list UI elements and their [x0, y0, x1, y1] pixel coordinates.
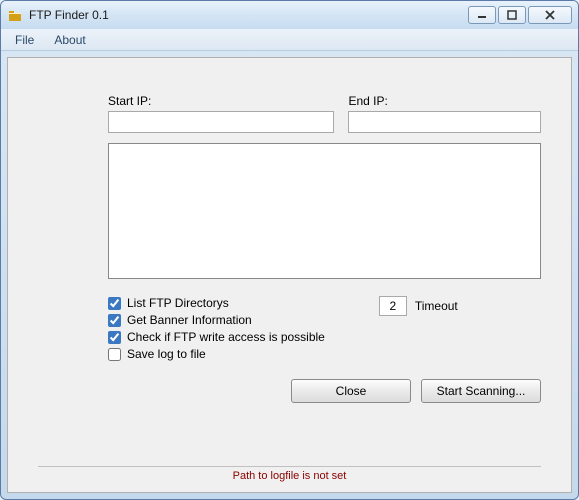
client-area: Start IP: End IP: List FTP Directorys Ge… — [7, 57, 572, 493]
write-access-row[interactable]: Check if FTP write access is possible — [108, 330, 325, 344]
status-message: Path to logfile is not set — [233, 470, 347, 482]
results-textarea[interactable] — [108, 143, 541, 279]
options-row: List FTP Directorys Get Banner Informati… — [108, 296, 541, 361]
minimize-button[interactable] — [468, 6, 496, 24]
maximize-button[interactable] — [498, 6, 526, 24]
app-window: FTP Finder 0.1 File About Start IP: End … — [0, 0, 579, 500]
minimize-icon — [477, 10, 487, 20]
end-ip-label: End IP: — [348, 94, 541, 108]
statusbar: Path to logfile is not set — [38, 466, 541, 484]
list-dirs-row[interactable]: List FTP Directorys — [108, 296, 325, 310]
list-dirs-label: List FTP Directorys — [127, 296, 229, 310]
timeout-label: Timeout — [415, 299, 458, 313]
write-access-checkbox[interactable] — [108, 331, 121, 344]
banner-checkbox[interactable] — [108, 314, 121, 327]
end-ip-group: End IP: — [348, 94, 541, 133]
timeout-row: Timeout — [379, 296, 458, 316]
close-button[interactable]: Close — [291, 379, 411, 403]
titlebar: FTP Finder 0.1 — [1, 1, 578, 29]
save-log-label: Save log to file — [127, 347, 206, 361]
save-log-row[interactable]: Save log to file — [108, 347, 325, 361]
start-ip-group: Start IP: — [108, 94, 334, 133]
checkbox-column: List FTP Directorys Get Banner Informati… — [108, 296, 325, 361]
menubar: File About — [1, 29, 578, 51]
maximize-icon — [507, 10, 517, 20]
timeout-column: Timeout — [379, 296, 458, 361]
button-row: Close Start Scanning... — [38, 379, 541, 403]
close-icon — [545, 10, 555, 20]
start-ip-input[interactable] — [108, 111, 334, 133]
end-ip-input[interactable] — [348, 111, 541, 133]
start-ip-label: Start IP: — [108, 94, 334, 108]
menu-file[interactable]: File — [5, 29, 44, 50]
window-title: FTP Finder 0.1 — [29, 8, 468, 22]
results-wrap — [108, 143, 541, 282]
window-controls — [468, 6, 572, 24]
ip-row: Start IP: End IP: — [108, 94, 541, 133]
banner-label: Get Banner Information — [127, 313, 252, 327]
timeout-input[interactable] — [379, 296, 407, 316]
write-access-label: Check if FTP write access is possible — [127, 330, 325, 344]
close-window-button[interactable] — [528, 6, 572, 24]
start-scanning-button[interactable]: Start Scanning... — [421, 379, 541, 403]
save-log-checkbox[interactable] — [108, 348, 121, 361]
banner-row[interactable]: Get Banner Information — [108, 313, 325, 327]
list-dirs-checkbox[interactable] — [108, 297, 121, 310]
menu-about[interactable]: About — [44, 29, 95, 50]
app-icon — [7, 7, 23, 23]
